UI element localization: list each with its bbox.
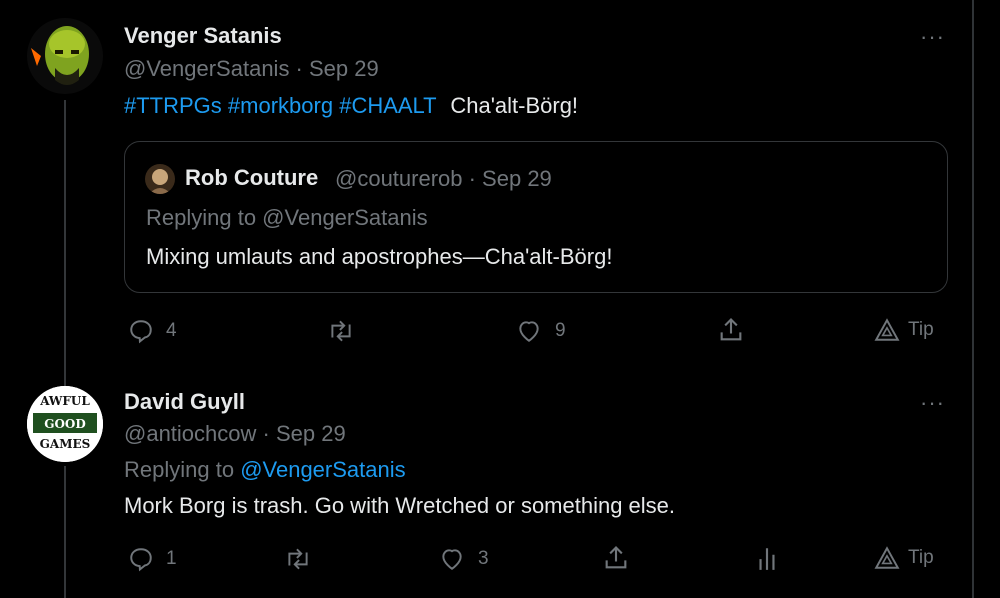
quoted-tweet-card[interactable]: Rob Couture @couturerob · Sep 29 Replyin… [124, 141, 948, 293]
reply-count: 1 [166, 548, 177, 569]
author-handle-date[interactable]: @antiochcow · Sep 29 [124, 421, 346, 447]
hashtag-link[interactable]: #morkborg [228, 93, 333, 118]
reply-icon [130, 548, 152, 572]
share-icon [720, 318, 742, 341]
avatar-text-middle: GOOD [44, 417, 86, 431]
tweet-text-body: Cha'alt-Börg! [450, 93, 579, 118]
tip-icon [874, 318, 900, 341]
analytics-button[interactable] [754, 544, 780, 572]
timeline-border [972, 0, 974, 598]
like-count: 3 [478, 548, 489, 569]
hashtag-link[interactable]: #CHAALT [339, 93, 436, 118]
analytics-icon [759, 548, 775, 570]
avatar[interactable]: AWFUL GOOD GAMES [27, 386, 103, 462]
share-icon [605, 546, 627, 569]
avatar[interactable] [27, 18, 103, 94]
retweet-button[interactable] [327, 318, 355, 344]
retweet-icon [331, 320, 351, 342]
share-button[interactable] [717, 316, 745, 344]
tweet-text: Mork Borg is trash. Go with Wretched or … [124, 493, 676, 518]
like-button[interactable]: 3 [438, 546, 489, 572]
thread-connector-line [64, 100, 66, 390]
reply-icon [130, 320, 152, 344]
share-button[interactable] [602, 544, 630, 572]
reply-button[interactable]: 4 [128, 318, 177, 344]
quote-avatar [145, 164, 175, 194]
retweet-button[interactable] [284, 546, 312, 572]
more-options-button[interactable]: ··· [920, 390, 945, 416]
tip-button[interactable]: Tip [874, 546, 934, 570]
author-name[interactable]: Venger Satanis [124, 23, 282, 49]
quote-author-handle-date: @couturerob · Sep 29 [335, 166, 552, 191]
avatar-image [27, 18, 103, 94]
avatar-text-bottom: GAMES [40, 437, 91, 451]
tip-button[interactable]: Tip [874, 318, 934, 342]
reply-button[interactable]: 1 [128, 546, 177, 572]
replying-to: Replying to @VengerSatanis [124, 457, 406, 483]
tip-label: Tip [908, 319, 934, 340]
quote-text: Mixing umlauts and apostrophes—Cha'alt-B… [146, 244, 613, 269]
quote-replying-to: Replying to @VengerSatanis [146, 205, 428, 230]
quote-author-name: Rob Couture [185, 165, 319, 190]
replying-to-handle-link[interactable]: @VengerSatanis [240, 457, 405, 482]
heart-icon [519, 321, 539, 342]
author-name[interactable]: David Guyll [124, 389, 245, 415]
tip-label: Tip [908, 547, 934, 568]
reply-count: 4 [166, 320, 177, 341]
tweet-text: #TTRPGs #morkborg #CHAALT Cha'alt-Börg! [124, 93, 578, 119]
like-count: 9 [555, 320, 566, 341]
tip-icon [874, 546, 900, 569]
thread-connector-line [64, 466, 66, 598]
author-handle-date[interactable]: @VengerSatanis · Sep 29 [124, 56, 379, 82]
avatar-logo-image: AWFUL GOOD GAMES [27, 386, 103, 462]
hashtag-link[interactable]: #TTRPGs [124, 93, 222, 118]
more-options-button[interactable]: ··· [920, 24, 945, 50]
quote-avatar-image [145, 164, 175, 194]
like-button[interactable]: 9 [515, 318, 566, 344]
avatar-text-top: AWFUL [39, 394, 90, 408]
retweet-icon [288, 548, 308, 570]
replying-to-label: Replying to [124, 457, 241, 482]
heart-icon [442, 549, 462, 570]
